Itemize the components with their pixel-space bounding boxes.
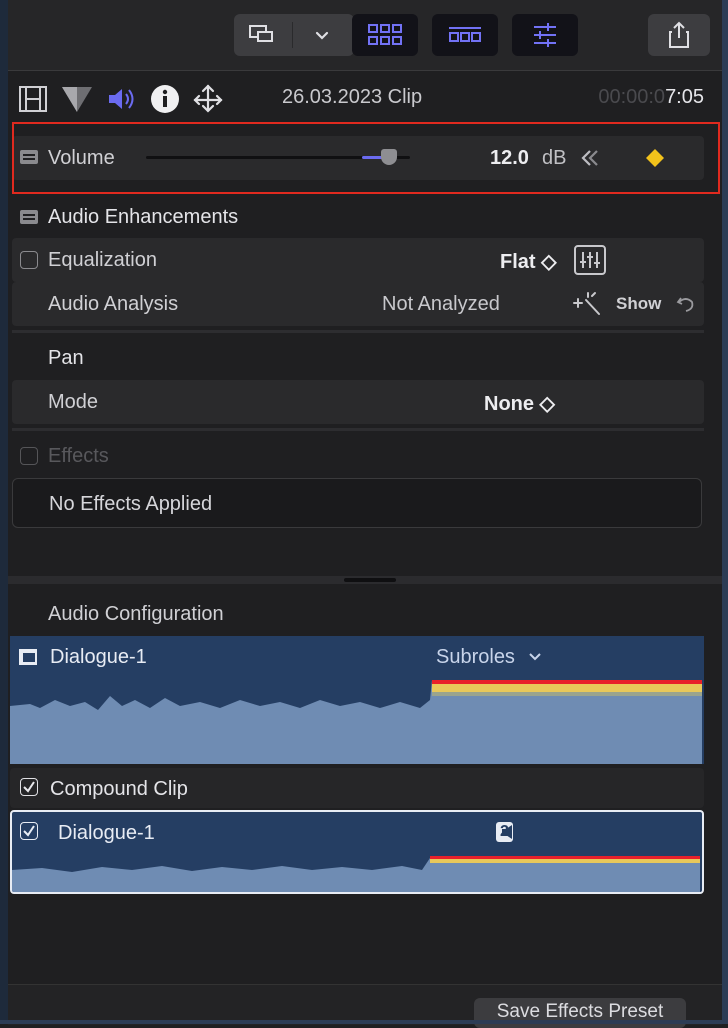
info-inspector-icon[interactable] [150, 84, 180, 114]
role-waveform [10, 680, 702, 764]
reset-icon[interactable] [676, 294, 696, 314]
toolbar-separator [292, 22, 293, 48]
equalizer-icon[interactable] [574, 245, 606, 275]
no-effects-label: No Effects Applied [49, 493, 213, 515]
video-inspector-icon[interactable] [18, 85, 48, 113]
effects-title: Effects [48, 445, 109, 467]
pan-mode-popup[interactable]: None ◇ [484, 391, 555, 416]
compound-clip-row: Compound Clip [10, 768, 704, 808]
color-inspector-icon[interactable] [60, 85, 94, 113]
audio-configuration-title: Audio Configuration [48, 603, 224, 625]
audio-enhancements-header: Audio Enhancements [12, 198, 704, 234]
clip-title: 26.03.2023 Clip [282, 86, 423, 108]
window-frame-bottom [0, 1020, 728, 1024]
browser-grid-icon [368, 24, 402, 45]
equalization-checkbox[interactable] [20, 251, 38, 269]
audio-analysis-value: Not Analyzed [382, 293, 500, 315]
section-divider [12, 428, 704, 431]
window-frame-left [0, 0, 8, 1024]
equalization-popup[interactable]: Flat ◇ [500, 249, 557, 274]
section-toggle-icon[interactable] [20, 210, 38, 224]
panel-splitter[interactable] [8, 576, 722, 584]
inspector-button[interactable] [512, 14, 578, 56]
browser-button[interactable] [352, 14, 418, 56]
inspector-header: 26.03.2023 Clip 00:00:07:05 [8, 72, 722, 122]
window-frame-right [722, 0, 728, 1024]
compound-clip-label: Compound Clip [50, 778, 188, 800]
volume-highlight-frame [12, 122, 720, 194]
checkmark-icon [23, 781, 35, 793]
equalization-row: Equalization Flat ◇ [12, 238, 704, 282]
effects-list: No Effects Applied [12, 478, 702, 528]
toolbar [8, 0, 722, 71]
inspector-sliders-icon [534, 23, 556, 47]
share-icon [669, 21, 689, 48]
share-button[interactable] [648, 14, 710, 56]
magic-wand-icon[interactable] [572, 291, 602, 317]
show-button[interactable]: Show [616, 294, 661, 314]
equalization-label: Equalization [48, 249, 157, 271]
component-waveform [12, 856, 700, 892]
timecode: 00:00:07:05 [598, 86, 704, 109]
pan-title: Pan [48, 347, 84, 369]
display-options-icon [249, 25, 273, 42]
timeline-icon [449, 27, 481, 42]
timeline-button[interactable] [432, 14, 498, 56]
pan-mode-label: Mode [48, 391, 99, 413]
compound-clip-checkbox[interactable] [20, 778, 38, 796]
timecode-bright: 7:05 [665, 86, 704, 108]
pan-mode-row: Mode None ◇ [12, 380, 704, 424]
chevron-down-icon[interactable] [312, 25, 332, 45]
audio-analysis-label: Audio Analysis [48, 293, 179, 315]
audio-analysis-row: Audio Analysis Not Analyzed Show [12, 282, 704, 326]
audio-inspector-icon[interactable] [106, 85, 138, 113]
audio-enhancements-title: Audio Enhancements [48, 206, 239, 228]
component-lane[interactable]: Dialogue-1 2 [10, 810, 704, 894]
transform-inspector-icon[interactable] [192, 84, 224, 114]
role-lane[interactable]: Dialogue-1 Subroles [10, 636, 704, 764]
timecode-dim: 00:00:0 [598, 86, 666, 108]
display-options-button[interactable] [234, 14, 354, 56]
effects-checkbox[interactable] [20, 447, 38, 465]
section-divider [12, 330, 704, 333]
splitter-handle[interactable] [344, 578, 396, 582]
